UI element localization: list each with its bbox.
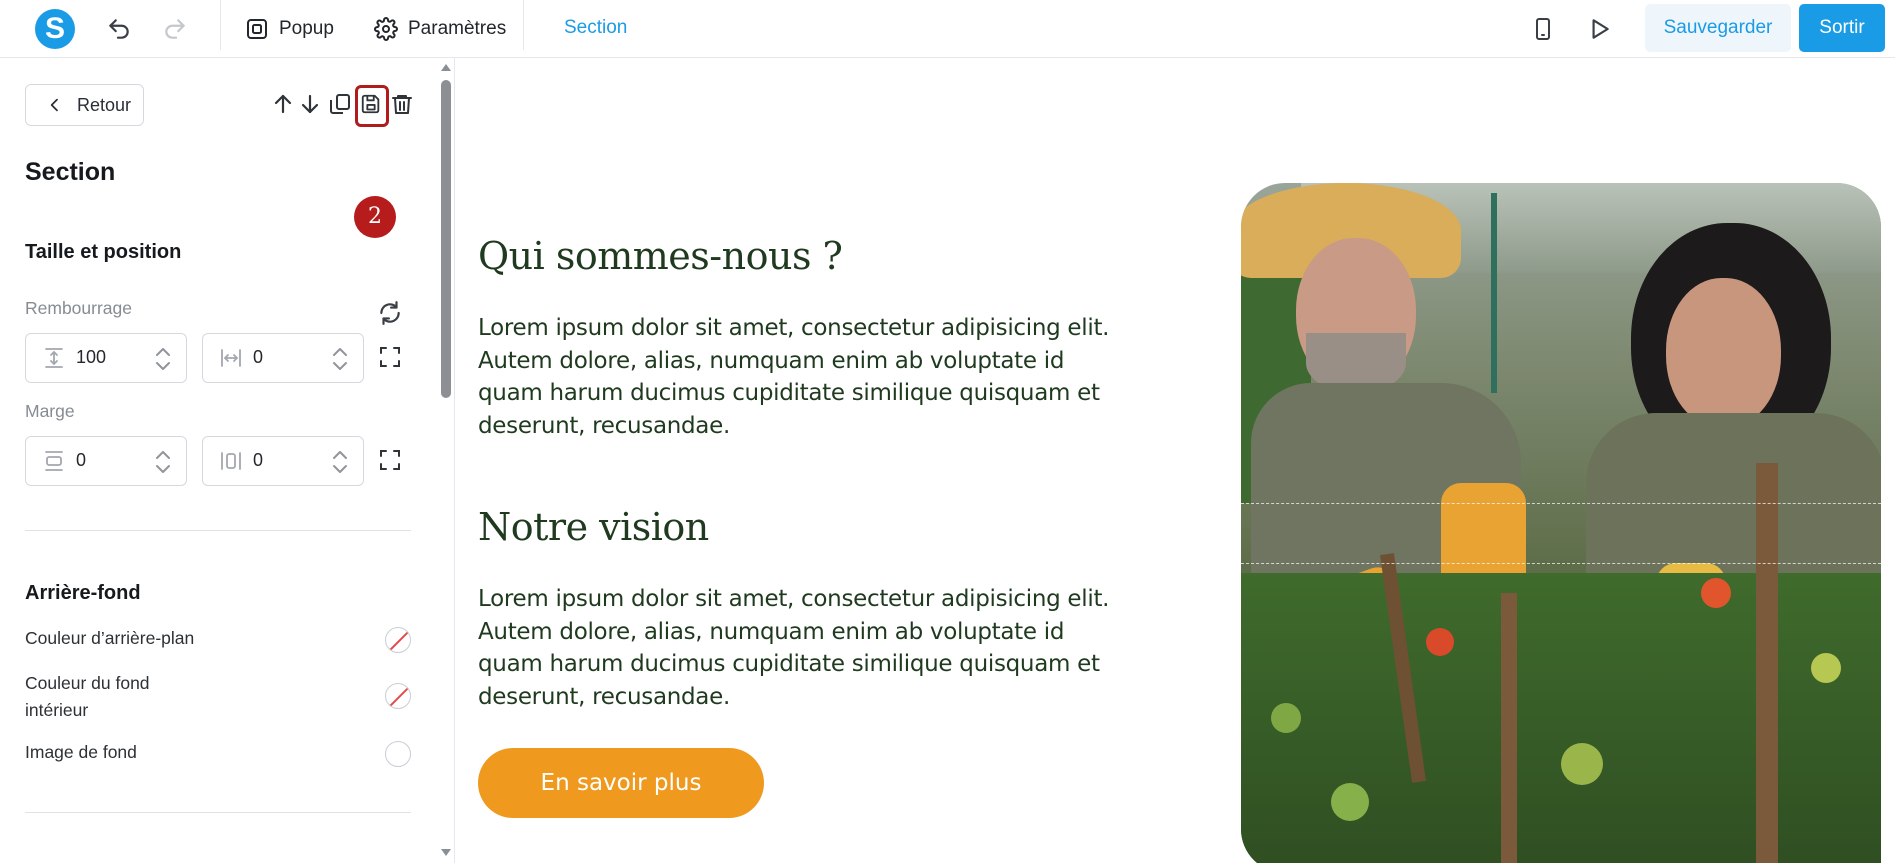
bg-color-swatch[interactable] xyxy=(385,627,411,653)
scroll-thumb[interactable] xyxy=(441,80,451,398)
wooden-stake xyxy=(1501,593,1517,863)
play-preview-icon[interactable] xyxy=(1586,16,1612,42)
settings-sidebar: Retour 2 Section Taille et position Remb… xyxy=(0,58,455,863)
horizontal-margin-icon xyxy=(219,449,243,473)
top-toolbar: S Popup Paramètres Section Sauvegarder S… xyxy=(0,0,1895,58)
move-up-icon[interactable] xyxy=(271,92,297,118)
horizontal-padding-icon xyxy=(219,346,243,370)
paragraph-about[interactable]: Lorem ipsum dolor sit amet, consectetur … xyxy=(478,312,1178,442)
paragraph-line: Autem dolore, alias, numquam enim ab vol… xyxy=(478,347,1065,374)
guide-line xyxy=(1241,503,1881,504)
popup-icon xyxy=(245,17,269,41)
stepper-icon[interactable] xyxy=(331,448,349,476)
paragraph-vision[interactable]: Lorem ipsum dolor sit amet, consectetur … xyxy=(478,583,1178,713)
duplicate-icon[interactable] xyxy=(328,92,354,118)
paragraph-line: Lorem ipsum dolor sit amet, consectetur … xyxy=(478,315,1110,341)
popup-label: Popup xyxy=(279,18,334,39)
sidebar-scrollbar[interactable] xyxy=(437,58,455,863)
wooden-stake xyxy=(1756,463,1778,863)
tomato xyxy=(1701,578,1731,608)
tomato xyxy=(1271,703,1301,733)
vertical-margin-icon xyxy=(42,449,66,473)
move-down-icon[interactable] xyxy=(298,92,324,118)
padding-vertical-field[interactable]: 100 xyxy=(25,333,187,383)
stepper-icon[interactable] xyxy=(154,448,172,476)
bg-color-label: Couleur d’arrière-plan xyxy=(25,628,195,648)
toolbar-divider xyxy=(220,0,221,50)
gear-icon xyxy=(374,17,398,41)
bg-image-label: Image de fond xyxy=(25,742,137,762)
tab-section[interactable]: Section xyxy=(564,17,627,39)
margin-horizontal-field[interactable]: 0 xyxy=(202,436,364,486)
margin-vertical-field[interactable]: 0 xyxy=(25,436,187,486)
tomato-plants xyxy=(1241,573,1881,863)
padding-horizontal-field[interactable]: 0 xyxy=(202,333,364,383)
chevron-left-icon xyxy=(47,97,63,113)
margin-horizontal-value: 0 xyxy=(253,450,264,470)
heading-about[interactable]: Qui sommes-nous ? xyxy=(478,234,843,278)
size-position-heading: Taille et position xyxy=(25,241,182,263)
redo-icon[interactable] xyxy=(162,16,188,42)
background-heading: Arrière-fond xyxy=(25,582,141,604)
vertical-padding-icon xyxy=(42,346,66,370)
tomato xyxy=(1331,783,1369,821)
paragraph-line: quam harum ducimus cupiditate similique … xyxy=(478,380,1100,406)
highlight-frame xyxy=(355,85,389,127)
popup-button[interactable]: Popup xyxy=(245,13,334,45)
paragraph-line: Lorem ipsum dolor sit amet, consectetur … xyxy=(478,586,1110,612)
inner-color-label-line1: Couleur du fond xyxy=(25,673,150,693)
back-label: Retour xyxy=(77,94,132,115)
woman-face xyxy=(1666,278,1781,428)
paragraph-line: deserunt, recusandae. xyxy=(478,683,730,710)
undo-icon[interactable] xyxy=(106,16,132,42)
toolbar-divider xyxy=(523,0,524,50)
step-badge: 2 xyxy=(354,196,396,238)
panel-title: Section xyxy=(25,158,116,186)
padding-horizontal-value: 0 xyxy=(253,347,264,367)
settings-button[interactable]: Paramètres xyxy=(374,13,506,45)
expand-padding-icon[interactable] xyxy=(378,345,404,371)
section-divider xyxy=(25,530,411,531)
mobile-preview-icon[interactable] xyxy=(1531,16,1557,42)
stepper-icon[interactable] xyxy=(331,345,349,373)
tomato xyxy=(1811,653,1841,683)
editor-canvas: Qui sommes-nous ? Lorem ipsum dolor sit … xyxy=(456,58,1895,863)
tomato xyxy=(1561,743,1603,785)
bg-image-picker[interactable] xyxy=(385,741,411,767)
heading-vision[interactable]: Notre vision xyxy=(478,505,709,549)
stepper-icon[interactable] xyxy=(154,345,172,373)
app-logo[interactable]: S xyxy=(35,9,75,49)
margin-label: Marge xyxy=(25,401,75,421)
greenhouse-pole xyxy=(1491,193,1497,393)
inner-color-swatch[interactable] xyxy=(385,683,411,709)
gardeners-photo[interactable] xyxy=(1241,183,1881,863)
tomato xyxy=(1426,628,1454,656)
back-button[interactable]: Retour xyxy=(25,84,144,126)
scroll-up-icon[interactable] xyxy=(439,60,453,74)
learn-more-button[interactable]: En savoir plus xyxy=(478,748,764,818)
padding-vertical-value: 100 xyxy=(76,347,107,367)
scroll-down-icon[interactable] xyxy=(439,846,453,860)
reset-icon[interactable] xyxy=(377,300,405,328)
save-button[interactable]: Sauvegarder xyxy=(1645,4,1791,52)
paragraph-line: Autem dolore, alias, numquam enim ab vol… xyxy=(478,618,1065,645)
paragraph-line: quam harum ducimus cupiditate similique … xyxy=(478,651,1100,677)
exit-button[interactable]: Sortir xyxy=(1799,4,1885,52)
margin-vertical-value: 0 xyxy=(76,450,87,470)
inner-color-label-line2: intérieur xyxy=(25,700,89,720)
guide-line xyxy=(1241,563,1881,564)
settings-label: Paramètres xyxy=(408,18,507,39)
padding-label: Rembourrage xyxy=(25,298,132,318)
trash-icon[interactable] xyxy=(390,92,416,118)
expand-margin-icon[interactable] xyxy=(378,448,404,474)
paragraph-line: deserunt, recusandae. xyxy=(478,412,730,439)
section-divider xyxy=(25,812,411,813)
